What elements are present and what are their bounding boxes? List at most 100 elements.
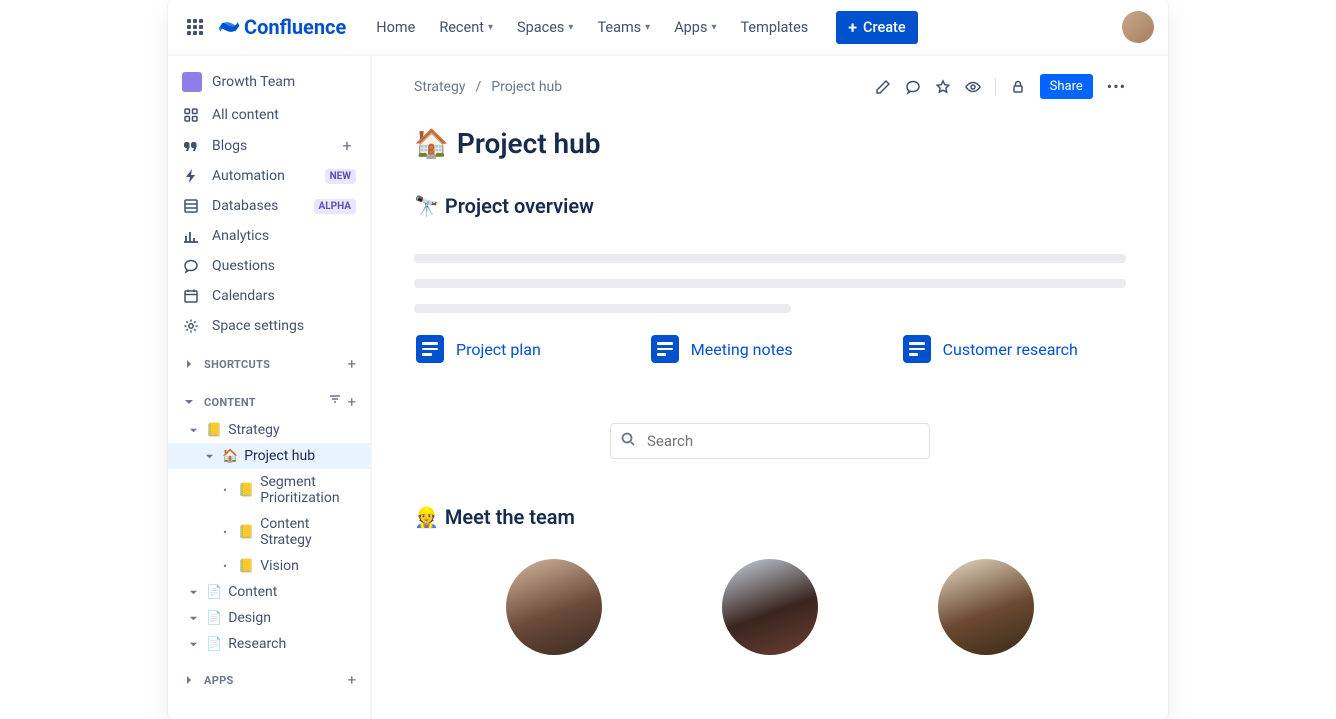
sidebar-blogs[interactable]: Blogs + (168, 130, 370, 161)
nav-templates[interactable]: Templates (730, 13, 818, 42)
confluence-logo[interactable]: Confluence (218, 15, 346, 39)
confluence-icon (218, 16, 240, 38)
space-name: Growth Team (212, 74, 295, 90)
nav-teams[interactable]: Teams▾ (587, 13, 660, 42)
tree-strategy[interactable]: 📒 Strategy (168, 417, 370, 443)
watch-button[interactable] (965, 79, 981, 95)
add-content-button[interactable]: + (347, 393, 356, 411)
page-actions: Share ••• (875, 74, 1126, 99)
tree-project-hub[interactable]: 🏠 Project hub (168, 443, 370, 469)
gear-icon (182, 317, 200, 335)
chevron-right-icon (182, 357, 196, 371)
team-member-avatar[interactable] (506, 559, 602, 655)
chevron-down-icon (202, 449, 216, 463)
chevron-down-icon (186, 585, 200, 599)
document-icon (903, 335, 931, 363)
main-content: Strategy / Project hub Share ••• 🏠 (372, 56, 1168, 719)
chevron-down-icon: ▾ (711, 22, 716, 33)
shortcuts-section-header[interactable]: SHORTCUTS + (168, 347, 370, 379)
app-switcher-icon (187, 19, 203, 35)
content-section-header[interactable]: CONTENT + (168, 385, 370, 417)
nav-recent[interactable]: Recent▾ (429, 13, 503, 42)
tree-vision[interactable]: • 📒 Vision (168, 553, 370, 579)
restrictions-button[interactable] (1010, 79, 1026, 95)
share-button[interactable]: Share (1040, 74, 1093, 99)
add-app-button[interactable]: + (347, 671, 356, 689)
top-navigation: Confluence Home Recent▾ Spaces▾ Teams▾ A… (168, 0, 1168, 56)
house-emoji-icon: 🏠 (414, 127, 449, 160)
more-actions-button[interactable]: ••• (1107, 77, 1126, 96)
lightning-icon (182, 167, 200, 185)
nav-spaces[interactable]: Spaces▾ (507, 13, 583, 42)
filter-icon[interactable] (329, 393, 341, 411)
add-shortcut-button[interactable]: + (347, 355, 356, 373)
sidebar: Growth Team All content Blogs + Automati… (168, 56, 372, 719)
space-header[interactable]: Growth Team (168, 68, 370, 100)
page-icon: 📄 (206, 611, 222, 626)
new-badge: NEW (325, 169, 356, 184)
search-input[interactable] (610, 423, 930, 459)
ledger-icon: 📒 (238, 559, 254, 574)
nav-apps[interactable]: Apps▾ (664, 13, 726, 42)
breadcrumb-parent[interactable]: Strategy (414, 79, 465, 95)
doc-link-project-plan[interactable]: Project plan (416, 335, 541, 363)
sidebar-calendars[interactable]: Calendars (168, 281, 370, 311)
notebook-icon: 📒 (206, 423, 222, 438)
doc-link-customer-research[interactable]: Customer research (903, 335, 1078, 363)
sidebar-automation[interactable]: Automation NEW (168, 161, 370, 191)
page-icon: 📄 (206, 637, 222, 652)
page-title: 🏠 Project hub (414, 127, 1126, 160)
database-icon (182, 197, 200, 215)
app-switcher-button[interactable] (182, 14, 208, 40)
chevron-down-icon (182, 395, 196, 409)
breadcrumb-current[interactable]: Project hub (491, 79, 562, 95)
add-blog-button[interactable]: + (338, 136, 356, 155)
page-search (610, 423, 930, 459)
document-icon (651, 335, 679, 363)
sidebar-databases[interactable]: Databases ALPHA (168, 191, 370, 221)
create-button[interactable]: + Create (836, 11, 917, 44)
tree-content[interactable]: 📄 Content (168, 579, 370, 605)
team-member-avatar[interactable] (722, 559, 818, 655)
chevron-right-icon (182, 673, 196, 687)
comment-button[interactable] (905, 79, 921, 95)
nav-home[interactable]: Home (366, 13, 425, 42)
chevron-down-icon (186, 611, 200, 625)
tree-segment-prioritization[interactable]: • 📒 Segment Prioritization (168, 469, 370, 511)
tree-design[interactable]: 📄 Design (168, 605, 370, 631)
plus-icon: + (848, 18, 857, 37)
sidebar-space-settings[interactable]: Space settings (168, 311, 370, 341)
telescope-emoji-icon: 🔭 (414, 194, 439, 218)
tree-research[interactable]: 📄 Research (168, 631, 370, 657)
grid-icon (182, 106, 200, 124)
page-icon: 📄 (206, 585, 222, 600)
space-icon (182, 72, 202, 92)
alpha-badge: ALPHA (314, 199, 356, 214)
doc-link-meeting-notes[interactable]: Meeting notes (651, 335, 793, 363)
tree-content-strategy[interactable]: • 📒 Content Strategy (168, 511, 370, 553)
edit-button[interactable] (875, 79, 891, 95)
ledger-icon: 📒 (238, 483, 254, 498)
team-avatars (414, 559, 1126, 655)
brand-text: Confluence (244, 15, 346, 39)
chart-icon (182, 227, 200, 245)
team-member-avatar[interactable] (938, 559, 1034, 655)
document-icon (416, 335, 444, 363)
sidebar-analytics[interactable]: Analytics (168, 221, 370, 251)
quote-icon (182, 137, 200, 155)
worker-emoji-icon: 👷 (414, 505, 439, 529)
chevron-down-icon: ▾ (568, 22, 573, 33)
content-placeholder (414, 254, 1126, 313)
star-button[interactable] (935, 79, 951, 95)
overview-heading: 🔭 Project overview (414, 194, 1126, 218)
user-avatar[interactable] (1122, 11, 1154, 43)
document-links: Project plan Meeting notes Customer rese… (414, 335, 1126, 363)
team-heading: 👷 Meet the team (414, 505, 1126, 529)
sidebar-questions[interactable]: Questions (168, 251, 370, 281)
chevron-down-icon (186, 637, 200, 651)
nav-links: Home Recent▾ Spaces▾ Teams▾ Apps▾ Templa… (366, 13, 818, 42)
content-tree: 📒 Strategy 🏠 Project hub • 📒 Segment Pri… (168, 417, 370, 657)
sidebar-all-content[interactable]: All content (168, 100, 370, 130)
apps-section-header[interactable]: APPS + (168, 663, 370, 695)
chevron-down-icon: ▾ (645, 22, 650, 33)
